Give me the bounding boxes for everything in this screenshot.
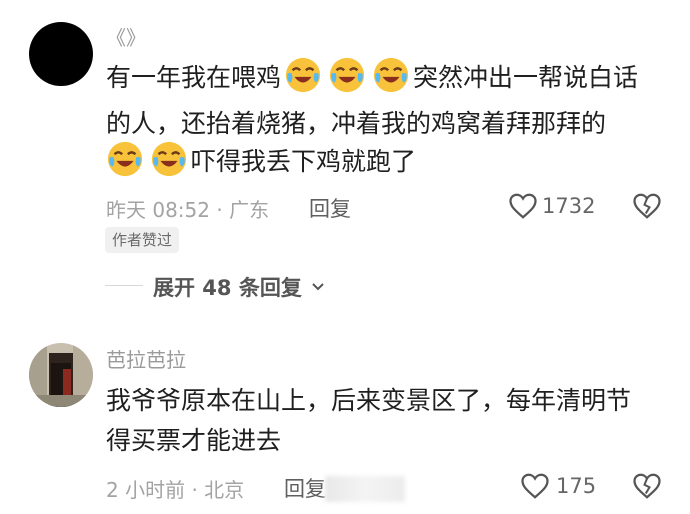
heart-icon bbox=[521, 473, 549, 499]
dislike-heart-icon[interactable] bbox=[632, 192, 662, 220]
chevron-down-icon bbox=[312, 283, 324, 291]
crying-laughing-emoji-icon bbox=[107, 141, 143, 177]
dislike-heart-icon[interactable] bbox=[632, 472, 662, 500]
crying-laughing-emoji-icon bbox=[329, 57, 365, 93]
comment-meta: 昨天 08:52 · 广东 bbox=[106, 198, 270, 222]
blurred-overlay bbox=[325, 476, 405, 502]
divider bbox=[105, 285, 143, 286]
like-count: 1732 bbox=[542, 194, 596, 218]
like-button[interactable]: 175 bbox=[520, 472, 596, 500]
comment-text-line: 有一年我在喂鸡 突然冲出一帮说白话 bbox=[106, 55, 638, 100]
avatar[interactable] bbox=[29, 343, 93, 407]
comment-text: 有一年我在喂鸡 bbox=[106, 63, 282, 92]
like-count: 175 bbox=[556, 474, 597, 498]
comment-text-line: 得买票才能进去 bbox=[106, 426, 282, 455]
comment-text: 吓得我丢下鸡就跑了 bbox=[191, 147, 417, 176]
avatar[interactable] bbox=[29, 22, 93, 86]
comment-meta: 2 小时前 · 北京 bbox=[106, 478, 245, 502]
reply-button[interactable]: 回复 bbox=[284, 473, 326, 503]
comment-username[interactable]: 芭拉芭拉 bbox=[106, 344, 186, 373]
avatar-image bbox=[29, 343, 93, 407]
expand-replies-label: 展开 48 条回复 bbox=[153, 276, 302, 300]
crying-laughing-emoji-icon bbox=[285, 57, 321, 93]
comment-text: 突然冲出一帮说白话 bbox=[413, 63, 639, 92]
author-liked-badge: 作者赞过 bbox=[105, 227, 180, 253]
comment-username[interactable]: 《》 bbox=[106, 22, 146, 51]
like-button[interactable]: 1732 bbox=[508, 192, 595, 220]
reply-button[interactable]: 回复 bbox=[309, 193, 351, 223]
expand-replies-button[interactable]: 展开 48 条回复 bbox=[153, 272, 325, 302]
crying-laughing-emoji-icon bbox=[151, 141, 187, 177]
heart-icon bbox=[509, 193, 537, 219]
crying-laughing-emoji-icon bbox=[373, 57, 409, 93]
comment-text-line: 吓得我丢下鸡就跑了 bbox=[106, 139, 416, 184]
comment-text-line: 我爷爷原本在山上，后来变景区了，每年清明节 bbox=[106, 386, 632, 415]
